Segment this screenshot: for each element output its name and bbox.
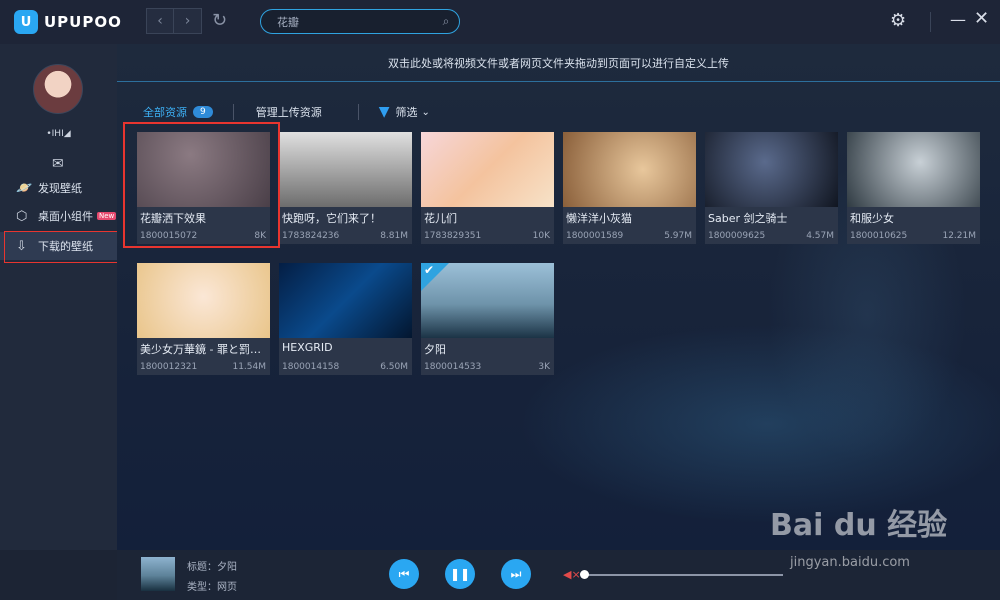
card-size: 3K [538,362,550,372]
new-badge: New [97,212,117,220]
previous-button[interactable]: ⏮ [389,559,419,589]
card-id: 1783824236 [282,231,340,241]
search-icon[interactable]: ⌕ [433,14,459,29]
volume-muted-icon[interactable]: ◀× [563,568,581,581]
card-id: 1800014533 [424,362,482,372]
card-title: Saber 剑之骑士 [708,212,788,225]
card-title: 花儿们 [424,212,457,225]
card-title: 夕阳 [424,343,446,356]
wallpaper-thumbnail [279,132,412,207]
app-logo: U UPUPOO [14,10,122,34]
username: •IHI◢ [46,129,71,139]
baidu-watermark-url: jingyan.baidu.com [790,555,910,570]
sidebar-item-discover[interactable]: 🪐 发现壁纸 [0,174,117,202]
hexagon-icon: ⬡ [16,208,28,224]
next-button[interactable]: ⏭ [501,559,531,589]
skip-forward-icon: ⏭ [510,566,522,581]
chevron-right-icon: › [184,13,191,29]
card-size: 12.21M [942,231,976,241]
planet-icon: 🪐 [16,180,33,196]
gear-icon[interactable]: ⚙ [890,10,906,31]
volume-slider[interactable] [583,574,783,576]
now-playing-type: 类型：网页 [187,582,237,593]
skip-back-icon: ⏮ [398,566,410,581]
wallpaper-card[interactable]: ✔ 夕阳 1800014533 3K [421,263,554,375]
filter-dropdown[interactable]: ▼ 筛选 ⌄ [379,104,430,120]
chevron-left-icon: ‹ [157,13,163,29]
tab-label: 全部资源 [143,106,187,119]
card-size: 8.81M [380,231,408,241]
wallpaper-card[interactable]: 和服少女 1800010625 12.21M [847,132,980,244]
upload-drop-zone[interactable]: 双击此处或将视频文件或者网页文件夹拖动到页面可以进行自定义上传 [117,44,1000,82]
close-icon[interactable]: ✕ [974,8,989,29]
wallpaper-card[interactable]: 花儿们 1783829351 10K [421,132,554,244]
card-id: 1800014158 [282,362,340,372]
wallpaper-card[interactable]: 美少女万華鏡 - 罪と罰… 1800012321 11.54M [137,263,270,375]
wallpaper-card[interactable]: 快跑呀，它们来了！ 1783824236 8.81M [279,132,412,244]
wallpaper-card[interactable]: 懒洋洋小灰猫 1800001589 5.97M [563,132,696,244]
tab-divider [357,104,359,120]
wallpaper-card[interactable]: HEXGRID 1800014158 6.50M [279,263,412,375]
pause-button[interactable]: ❚❚ [445,559,475,589]
logo-icon: U [14,10,38,34]
annotation-highlight-sidebar [4,231,130,263]
card-size: 6.50M [380,362,408,372]
count-badge: 9 [193,106,213,118]
card-title: 懒洋洋小灰猫 [566,212,632,225]
refresh-icon[interactable]: ↻ [212,10,227,31]
chevron-down-icon: ⌄ [421,106,430,118]
logo-text: UPUPOO [44,13,122,31]
card-size: 4.57M [806,231,834,241]
minimize-icon[interactable]: — [950,10,966,29]
tab-divider [232,104,234,120]
card-size: 5.97M [664,231,692,241]
sidebar: •IHI◢ ✉ 🪐 发现壁纸 ⬡ 桌面小组件 New ⇩ 下载的壁纸 [0,44,117,550]
wallpaper-thumbnail [705,132,838,207]
tab-all-resources[interactable]: 全部资源 9 [143,104,213,120]
back-button[interactable]: ‹ [146,8,174,34]
card-title: 美少女万華鏡 - 罪と罰… [140,343,261,356]
sidebar-item-label: 桌面小组件 [38,210,93,223]
card-id: 1800009625 [708,231,766,241]
card-title: 快跑呀，它们来了！ [282,212,381,225]
mail-icon[interactable]: ✉ [52,156,64,172]
card-size: 10K [532,231,550,241]
volume-slider-handle[interactable] [580,570,589,579]
history-nav: ‹ › [146,8,202,34]
card-size: 11.54M [232,362,266,372]
sidebar-item-label: 发现壁纸 [38,182,82,195]
wallpaper-card[interactable]: Saber 剑之骑士 1800009625 4.57M [705,132,838,244]
sidebar-item-widgets[interactable]: ⬡ 桌面小组件 New [0,202,117,230]
titlebar-divider [930,12,931,32]
resource-tabs: 全部资源 9 管理上传资源 ▼ 筛选 ⌄ [143,104,430,120]
card-id: 1800001589 [566,231,624,241]
now-playing-title: 标题：夕阳 [187,562,237,573]
card-title: HEXGRID [282,341,333,354]
wallpaper-thumbnail [421,132,554,207]
avatar[interactable] [33,64,83,114]
funnel-icon: ▼ [378,104,390,120]
tab-manage-uploads[interactable]: 管理上传资源 [256,104,322,120]
card-id: 1800012321 [140,362,198,372]
title-bar: U UPUPOO ‹ › ↻ ⌕ ⚙ — ✕ [0,0,1000,44]
wallpaper-thumbnail [847,132,980,207]
wallpaper-thumbnail [137,263,270,338]
baidu-watermark-logo: Bai du 经验 [770,508,948,543]
annotation-highlight-card [123,122,280,248]
card-title: 和服少女 [850,212,894,225]
filter-label: 筛选 [395,106,418,119]
forward-button[interactable]: › [174,8,202,34]
main-panel: 双击此处或将视频文件或者网页文件夹拖动到页面可以进行自定义上传 全部资源 9 管… [117,44,1000,550]
wallpaper-thumbnail [563,132,696,207]
search-box: ⌕ [260,9,460,34]
search-input[interactable] [277,15,433,28]
check-icon: ✔ [424,263,435,277]
now-playing-thumbnail[interactable] [141,557,175,591]
pause-icon: ❚❚ [449,567,471,581]
wallpaper-thumbnail [279,263,412,338]
card-id: 1783829351 [424,231,482,241]
card-id: 1800010625 [850,231,908,241]
